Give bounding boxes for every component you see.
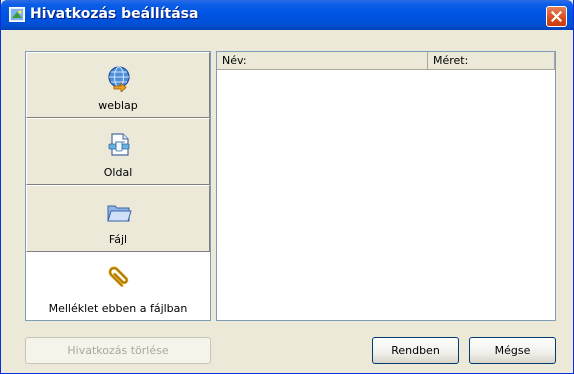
- sidebar-item-label: Oldal: [103, 166, 133, 179]
- column-header-name[interactable]: Név:: [217, 52, 428, 70]
- column-header-size[interactable]: Méret:: [428, 52, 555, 70]
- ok-button[interactable]: Rendben: [372, 337, 459, 364]
- web-globe-icon: [105, 64, 133, 93]
- close-icon: [551, 11, 562, 22]
- dialog-window: Hivatkozás beállítása weblap Oldal Fájl …: [0, 0, 574, 374]
- attachment-list[interactable]: Név: Méret:: [216, 51, 556, 321]
- sidebar-item-file[interactable]: Fájl: [26, 185, 210, 252]
- link-settings-icon: [9, 7, 25, 22]
- sidebar-item-label: Fájl: [108, 233, 128, 246]
- sidebar-item-label: weblap: [98, 99, 138, 112]
- remove-link-button[interactable]: Hivatkozás törlése: [25, 337, 211, 364]
- link-type-sidebar: weblap Oldal Fájl Melléklet ebben a fájl…: [25, 51, 211, 321]
- page-icon: [105, 131, 133, 159]
- window-title: Hivatkozás beállítása: [30, 6, 199, 22]
- cancel-button[interactable]: Mégse: [469, 337, 556, 364]
- paperclip-icon: [105, 263, 133, 291]
- folder-icon: [105, 198, 133, 226]
- sidebar-item-attachment[interactable]: Melléklet ebben a fájlban: [26, 252, 210, 320]
- close-button[interactable]: [546, 6, 567, 27]
- sidebar-item-page[interactable]: Oldal: [26, 118, 210, 185]
- sidebar-item-label: Melléklet ebben a fájlban: [48, 302, 188, 315]
- sidebar-item-webpage[interactable]: weblap: [26, 52, 210, 118]
- title-bar[interactable]: Hivatkozás beállítása: [1, 0, 573, 30]
